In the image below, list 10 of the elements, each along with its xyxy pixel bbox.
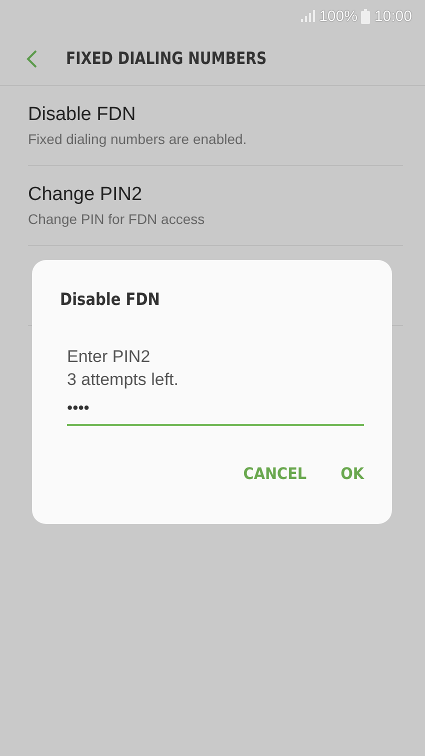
screen-title: FIXED DIALING NUMBERS	[66, 48, 267, 68]
signal-icon	[301, 10, 316, 22]
settings-item[interactable]: Change PIN2 Change PIN for FDN access	[28, 166, 403, 246]
dialog-title: Disable FDN	[60, 290, 161, 310]
back-icon[interactable]	[26, 48, 38, 68]
dialog-message: Enter PIN2	[67, 346, 152, 368]
dialog-message: 3 attempts left.	[67, 369, 180, 391]
pin-field[interactable]: ••••	[67, 396, 364, 426]
battery-icon	[361, 8, 370, 24]
settings-item[interactable]: Disable FDN Fixed dialing numbers are enabled.	[28, 86, 403, 166]
